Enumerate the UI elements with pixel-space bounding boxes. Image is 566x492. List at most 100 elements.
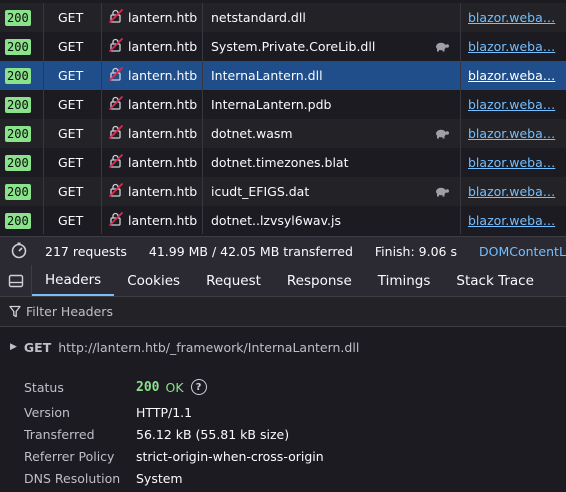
transferred-total: 41.99 MB / 42.05 MB transferred — [148, 243, 353, 259]
file-name: dotnet.wasm — [211, 126, 293, 141]
domain-cell: lantern.htb — [102, 32, 203, 61]
initiator-cell: blazor.weba… — [461, 177, 566, 206]
domain-text: lantern.htb — [128, 184, 198, 199]
status-cell: 200 — [0, 119, 44, 148]
throttle-turtle-icon — [434, 185, 450, 200]
initiator-link[interactable]: blazor.weba… — [468, 39, 555, 54]
file-cell: System.Private.CoreLib.dll — [203, 32, 461, 61]
domain-text: lantern.htb — [128, 97, 198, 112]
referrer-label: Referrer Policy — [24, 448, 115, 464]
request-count: 217 requests — [45, 243, 127, 259]
tab-cookies[interactable]: Cookies — [114, 265, 193, 296]
initiator-link[interactable]: blazor.weba… — [468, 155, 555, 170]
file-name: netstandard.dll — [211, 10, 306, 25]
dns-row: DNS Resolution System — [0, 467, 566, 489]
dock-panel-icon[interactable] — [0, 265, 32, 296]
request-row[interactable]: 200 GET lantern.htb dotnet..lzvsyl6wav.js bl… — [0, 206, 566, 234]
file-cell: InternaLantern.pdb — [203, 90, 461, 119]
tab-timings[interactable]: Timings — [365, 265, 444, 296]
domain-text: lantern.htb — [128, 68, 198, 83]
file-cell: dotnet..lzvsyl6wav.js — [203, 206, 461, 234]
initiator-link[interactable]: blazor.weba… — [468, 68, 555, 83]
referrer-value: strict-origin-when-cross-origin — [136, 448, 324, 464]
initiator-cell: blazor.weba… — [461, 90, 566, 119]
details-tabbar: Headers Cookies Request Response Timings Stac… — [0, 265, 566, 297]
initiator-link[interactable]: blazor.weba… — [468, 97, 555, 112]
initiator-link[interactable]: blazor.weba… — [468, 10, 555, 25]
referrer-row: Referrer Policy strict-origin-when-cross… — [0, 445, 566, 467]
status-cell: 200 — [0, 177, 44, 206]
file-name: InternaLantern.dll — [211, 68, 323, 83]
status-badge: 200 — [5, 154, 31, 171]
tab-stack-trace[interactable]: Stack Trace — [443, 265, 546, 296]
help-icon[interactable]: ? — [190, 379, 207, 395]
dns-value: System — [136, 470, 183, 486]
insecure-lock-icon — [108, 37, 124, 56]
file-cell: icudt_EFIGS.dat — [203, 177, 461, 206]
method-cell: GET — [44, 32, 102, 61]
request-url[interactable]: http://lantern.htb/_framework/InternaLan… — [58, 340, 359, 355]
initiator-link[interactable]: blazor.weba… — [468, 213, 555, 228]
initiator-cell: blazor.weba… — [461, 119, 566, 148]
file-name: System.Private.CoreLib.dll — [211, 39, 376, 54]
status-badge: 200 — [5, 38, 31, 55]
dom-content-loaded: DOMContentLo — [478, 243, 566, 259]
domain-cell: lantern.htb — [102, 148, 203, 177]
initiator-cell: blazor.weba… — [461, 32, 566, 61]
status-cell: 200 — [0, 90, 44, 119]
domain-cell: lantern.htb — [102, 177, 203, 206]
domain-cell: lantern.htb — [102, 61, 203, 90]
tab-request[interactable]: Request — [193, 265, 274, 296]
domain-cell: lantern.htb — [102, 119, 203, 148]
status-label: Status — [24, 379, 64, 395]
status-cell: 200 — [0, 32, 44, 61]
dns-label: DNS Resolution — [24, 470, 121, 486]
filter-headers[interactable]: Filter Headers — [0, 297, 566, 327]
version-label: Version — [24, 404, 70, 420]
request-row[interactable]: 200 GET lantern.htb dotnet.timezones.blat bl… — [0, 148, 566, 177]
insecure-lock-icon — [108, 124, 124, 143]
request-line[interactable]: ▶ GET http://lantern.htb/_framework/Inte… — [0, 334, 566, 360]
performance-icon[interactable] — [0, 241, 34, 262]
request-list: 200 GET lantern.htb netstandard.dll blazor.w… — [0, 0, 566, 234]
tab-response[interactable]: Response — [274, 265, 365, 296]
insecure-lock-icon — [108, 8, 124, 27]
initiator-cell: blazor.weba… — [461, 61, 566, 90]
request-row[interactable]: 200 GET lantern.htb InternaLantern.dll blazo… — [0, 61, 566, 90]
request-row[interactable]: 200 GET lantern.htb icudt_EFIGS.dat blazor.w… — [0, 177, 566, 206]
insecure-lock-icon — [108, 211, 124, 230]
request-row[interactable]: 200 GET lantern.htb System.Private.CoreLib.… — [0, 32, 566, 61]
status-badge: 200 — [5, 212, 31, 229]
request-method: GET — [23, 339, 52, 355]
transferred-row: Transferred 56.12 kB (55.81 kB size) — [0, 423, 566, 445]
initiator-link[interactable]: blazor.weba… — [468, 126, 555, 141]
throttle-turtle-icon — [434, 40, 450, 55]
version-row: Version HTTP/1.1 — [0, 401, 566, 423]
finish-time: Finish: 9.06 s — [374, 243, 457, 259]
expand-arrow-icon[interactable]: ▶ — [10, 342, 17, 352]
insecure-lock-icon — [108, 66, 124, 85]
initiator-cell: blazor.weba… — [461, 206, 566, 234]
status-badge: 200 — [5, 67, 31, 84]
transferred-value: 56.12 kB (55.81 kB size) — [136, 426, 290, 442]
status-cell: 200 — [0, 148, 44, 177]
method-cell: GET — [44, 61, 102, 90]
request-row[interactable]: 200 GET lantern.htb netstandard.dll blazor.w… — [0, 3, 566, 32]
initiator-cell: blazor.weba… — [461, 148, 566, 177]
domain-cell: lantern.htb — [102, 206, 203, 234]
file-cell: dotnet.timezones.blat — [203, 148, 461, 177]
file-cell: dotnet.wasm — [203, 119, 461, 148]
request-row[interactable]: 200 GET lantern.htb dotnet.wasm blazor.weba… — [0, 119, 566, 148]
transferred-label: Transferred — [24, 426, 95, 442]
filter-headers-input[interactable]: Filter Headers — [26, 304, 113, 319]
tab-headers[interactable]: Headers — [32, 265, 115, 296]
request-row[interactable]: 200 GET lantern.htb InternaLantern.pdb blazo… — [0, 90, 566, 119]
throttle-turtle-icon — [434, 127, 450, 142]
insecure-lock-icon — [108, 153, 124, 172]
version-value: HTTP/1.1 — [136, 404, 193, 420]
status-cell: 200 — [0, 61, 44, 90]
initiator-cell: blazor.weba… — [461, 3, 566, 32]
domain-cell: lantern.htb — [102, 90, 203, 119]
status-badge: 200 — [5, 125, 31, 142]
initiator-link[interactable]: blazor.weba… — [468, 184, 555, 199]
